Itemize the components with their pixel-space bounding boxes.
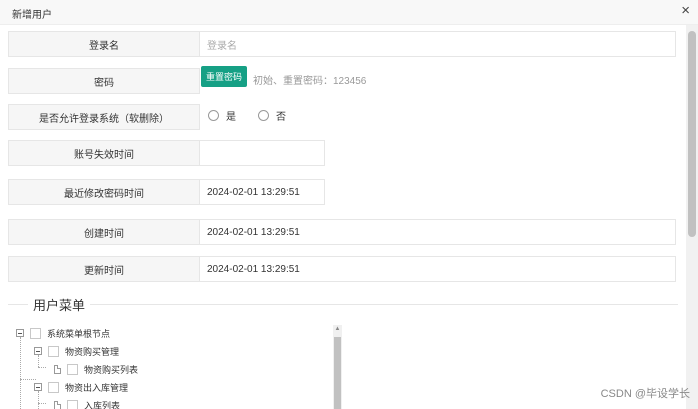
page-scroll-thumb[interactable] xyxy=(688,31,696,237)
password-hint: 初始、重置密码：123456 xyxy=(253,76,367,87)
updated-value[interactable]: 2024-02-01 13:29:51 xyxy=(200,256,676,282)
login-name-input[interactable]: 登录名 xyxy=(200,31,676,57)
section-divider-left xyxy=(8,304,28,305)
tree-checkbox[interactable] xyxy=(67,363,78,375)
menu-tree: 系统菜单根节点 物资购买管理 物资购买列表 物资出入库管理 入库列表 xyxy=(8,325,344,409)
reset-password-button[interactable]: 重置密码 xyxy=(201,66,247,87)
radio-yes[interactable]: 是 xyxy=(208,108,236,123)
tree-toggle-icon[interactable] xyxy=(16,329,24,337)
radio-no-circle[interactable] xyxy=(258,110,269,121)
created-value[interactable]: 2024-02-01 13:29:51 xyxy=(200,219,676,245)
tree-node-label: 物资出入库管理 xyxy=(65,382,129,393)
login-name-label: 登录名 xyxy=(8,31,200,57)
radio-no-label: 否 xyxy=(276,112,286,123)
dialog-titlebar: 新增用户 × xyxy=(0,0,698,25)
tree-scroll-thumb[interactable] xyxy=(334,337,341,409)
tree-node-inbound-list[interactable]: 入库列表 xyxy=(54,398,120,409)
tree-node-root[interactable]: 系统菜单根节点 xyxy=(16,326,110,340)
tree-node-label: 入库列表 xyxy=(84,400,121,409)
pwd-modified-label: 最近修改密码时间 xyxy=(8,179,200,205)
expire-time-label: 账号失效时间 xyxy=(8,140,200,166)
updated-label: 更新时间 xyxy=(8,256,200,282)
tree-checkbox[interactable] xyxy=(30,327,41,339)
pwd-modified-value[interactable]: 2024-02-01 13:29:51 xyxy=(200,179,325,205)
tree-line xyxy=(38,403,46,404)
tree-doc-icon xyxy=(54,364,61,374)
page-scrollbar[interactable] xyxy=(686,25,698,409)
dialog-content: 登录名 登录名 密码 重置密码 初始、重置密码：123456 是否允许登录系统（… xyxy=(0,25,686,409)
expire-time-input[interactable] xyxy=(200,140,325,166)
login-name-placeholder: 登录名 xyxy=(207,40,237,52)
radio-yes-circle[interactable] xyxy=(208,110,219,121)
allow-login-label: 是否允许登录系统（软删除） xyxy=(8,104,200,130)
created-label: 创建时间 xyxy=(8,219,200,245)
tree-node-purchase-list[interactable]: 物资购买列表 xyxy=(54,362,138,376)
tree-checkbox[interactable] xyxy=(67,399,78,409)
password-label: 密码 xyxy=(8,68,200,94)
tree-node-purchase[interactable]: 物资购买管理 xyxy=(34,344,119,358)
close-icon[interactable]: × xyxy=(681,3,690,18)
dialog-title: 新增用户 xyxy=(12,10,52,21)
section-divider-right xyxy=(90,304,678,305)
tree-node-stock[interactable]: 物资出入库管理 xyxy=(34,380,128,394)
tree-checkbox[interactable] xyxy=(48,381,59,393)
tree-line xyxy=(38,367,46,368)
radio-yes-label: 是 xyxy=(226,112,236,123)
scroll-up-icon[interactable]: ▲ xyxy=(333,325,342,334)
tree-doc-icon xyxy=(54,400,61,409)
tree-checkbox[interactable] xyxy=(48,345,59,357)
radio-no[interactable]: 否 xyxy=(258,108,286,123)
tree-node-label: 系统菜单根节点 xyxy=(47,328,111,339)
watermark: CSDN @毕设学长 xyxy=(600,388,690,400)
tree-line xyxy=(20,337,21,409)
tree-toggle-icon[interactable] xyxy=(34,383,42,391)
tree-node-label: 物资购买管理 xyxy=(65,346,120,357)
tree-scrollbar[interactable]: ▲ xyxy=(333,325,342,409)
tree-toggle-icon[interactable] xyxy=(34,347,42,355)
tree-node-label: 物资购买列表 xyxy=(84,364,139,375)
menu-section-title: 用户菜单 xyxy=(29,295,90,314)
